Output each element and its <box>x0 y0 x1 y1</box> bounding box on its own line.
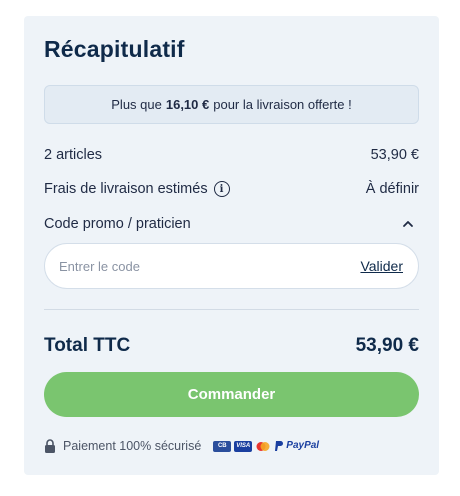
promo-label: Code promo / praticien <box>44 216 191 232</box>
secure-text: Paiement 100% sécurisé <box>63 439 202 453</box>
free-shipping-banner: Plus que 16,10 € pour la livraison offer… <box>44 85 419 124</box>
items-label: 2 articles <box>44 147 103 163</box>
lock-icon <box>45 439 55 453</box>
total-row: Total TTC 53,90 € <box>44 334 419 358</box>
order-summary-card: Récapitulatif Plus que 16,10 € pour la l… <box>24 16 439 475</box>
shipping-row: Frais de livraison estimés i À définir <box>44 179 419 199</box>
divider <box>44 309 419 310</box>
items-row: 2 articles 53,90 € <box>44 146 419 164</box>
promo-code-field: Valider <box>44 243 419 289</box>
paypal-icon: PayPal <box>274 440 319 452</box>
mastercard-icon <box>255 441 271 452</box>
chevron-up-icon[interactable] <box>401 217 415 231</box>
banner-prefix: Plus que <box>111 97 162 112</box>
shipping-label: Frais de livraison estimés <box>44 181 208 197</box>
payment-icons: CB VISA PayPal <box>213 440 322 452</box>
banner-suffix: pour la livraison offerte ! <box>213 97 352 112</box>
validate-promo-button[interactable]: Valider <box>360 258 403 274</box>
banner-amount: 16,10 € <box>165 97 210 112</box>
shipping-value: À définir <box>365 181 419 197</box>
secure-payment-info: Paiement 100% sécurisé CB VISA PayPal <box>44 438 322 454</box>
items-value: 53,90 € <box>370 147 419 163</box>
cb-card-icon: CB <box>213 440 232 452</box>
info-icon[interactable]: i <box>213 181 230 197</box>
paypal-label: PayPal <box>286 440 320 451</box>
total-label: Total TTC <box>44 335 131 356</box>
total-value: 53,90 € <box>355 335 419 356</box>
promo-code-input[interactable] <box>59 258 309 274</box>
visa-icon: VISA <box>234 440 253 452</box>
promo-toggle[interactable]: Code promo / praticien <box>44 214 419 234</box>
order-button[interactable]: Commander <box>44 372 419 417</box>
summary-title: Récapitulatif <box>44 36 185 62</box>
